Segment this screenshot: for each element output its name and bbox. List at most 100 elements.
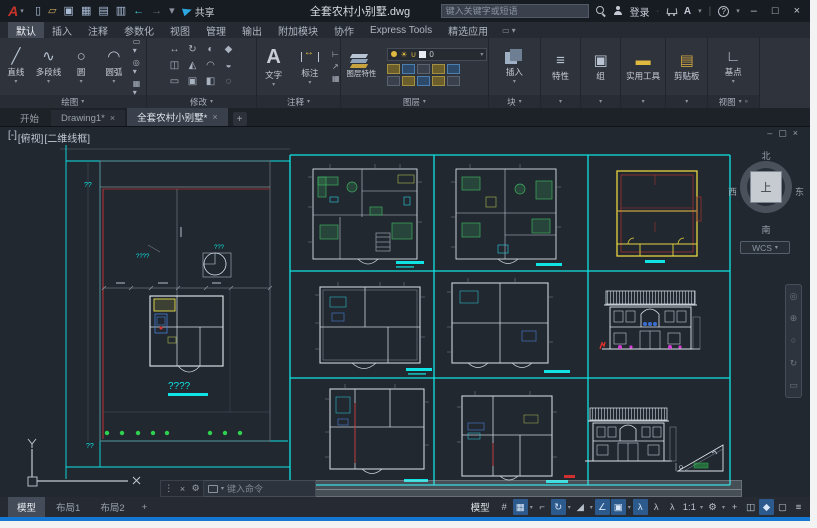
annotate-side-icon[interactable]: ⊢ [332, 50, 340, 59]
modify-tool-4[interactable]: ◆ [220, 43, 237, 58]
command-history-area[interactable] [316, 480, 742, 497]
sign-in-link[interactable]: 登录 [630, 4, 650, 19]
polar-tracking-toggle[interactable]: ↻ [551, 499, 566, 515]
ribbon-tab-1[interactable]: 默认 [8, 22, 44, 38]
chevron-down-icon[interactable]: ▾ [721, 504, 726, 511]
object-snap-toggle[interactable]: ▣ [611, 499, 626, 515]
plan-cell-1-2[interactable] [451, 164, 562, 266]
elevation-cell-2-3[interactable] [600, 291, 700, 349]
modify-tool-12[interactable]: ◌ [220, 75, 237, 90]
modify-panel-footer[interactable]: 修改▾ [147, 95, 257, 108]
qat-dropdown-icon[interactable]: ▾ [169, 6, 175, 17]
doc-close-button[interactable]: × [793, 128, 798, 139]
plan-cell-1-1[interactable] [308, 164, 424, 268]
modify-tool-7[interactable]: ◠ [202, 59, 219, 74]
ribbon-tab-5[interactable]: 视图 [162, 22, 198, 38]
undo-icon[interactable]: ← [133, 6, 144, 17]
ribbon-tab-2[interactable]: 插入 [44, 22, 80, 38]
draw-tool-3[interactable]: ○圆▾ [65, 48, 97, 85]
open-folder-icon[interactable]: ▱ [48, 6, 56, 17]
view-panel-footer[interactable]: 视图▾» [708, 95, 759, 108]
zoom-icon[interactable]: ○ [791, 336, 796, 345]
isometric-drafting-toggle[interactable]: ◢ [573, 499, 588, 515]
viewcube[interactable]: 北 上 西 东 南 WCS▾ [726, 149, 806, 261]
viewcube-south-label[interactable]: 南 [726, 223, 806, 236]
annotate-side-icon[interactable]: ▦ [332, 74, 340, 83]
annotation-visibility-toggle[interactable]: λ [633, 499, 648, 515]
annotate-panel-footer[interactable]: 注释▾ [257, 95, 339, 108]
annotate-side-icon[interactable]: ↗ [332, 62, 340, 71]
minimize-button[interactable]: – [747, 5, 761, 17]
command-grip-icon[interactable]: ⋮ [164, 483, 173, 494]
draw-panel-footer[interactable]: 绘图▾ [0, 95, 146, 108]
ribbon-minimize-control[interactable]: ▭▾ [502, 22, 516, 38]
layer-tool-icon[interactable] [402, 64, 415, 74]
snap-toggle[interactable]: ▦ [513, 499, 528, 515]
layer-tool-icon[interactable] [417, 76, 430, 86]
graphics-performance-toggle[interactable]: ◆ [759, 499, 774, 515]
file-tab-2[interactable]: Drawing1*× [51, 110, 125, 126]
store-cart-icon[interactable] [666, 7, 677, 16]
annotation-scale-toggle[interactable]: 1:1 [681, 499, 698, 515]
search-input[interactable] [441, 4, 589, 18]
draw-side-icon[interactable]: ◎ ▾ [133, 58, 146, 76]
showmotion-icon[interactable]: ▭ [789, 381, 798, 390]
insert-block-button[interactable]: 插入▾ [497, 49, 531, 85]
draw-tool-2[interactable]: ∿多段线▾ [33, 48, 65, 85]
roof-plan-cell-1-3[interactable] [617, 171, 701, 263]
properties-button[interactable]: ≡特性 [543, 52, 577, 82]
isolate-objects-toggle[interactable]: ◫ [743, 499, 758, 515]
file-tab-1[interactable]: 开始 [10, 110, 49, 126]
chevron-down-icon[interactable]: ▾ [699, 504, 704, 511]
modify-tool-2[interactable]: ↻ [184, 43, 201, 58]
help-icon[interactable]: ? [718, 6, 729, 17]
layer-tool-icon[interactable] [432, 64, 445, 74]
viewcube-east-label[interactable]: 东 [795, 185, 804, 198]
layer-dropdown[interactable]: ☀ ∪ 0 ▾ [387, 48, 487, 61]
plan-cell-2-1[interactable] [315, 282, 432, 375]
ribbon-tab-10[interactable]: Express Tools [362, 22, 440, 38]
close-tab-icon[interactable]: × [212, 112, 217, 122]
group-button[interactable]: ▣组 [584, 52, 618, 82]
layout-tab-1[interactable]: 模型 [8, 497, 45, 517]
chevron-down-icon[interactable]: ▾ [221, 485, 224, 492]
viewport-control-1[interactable]: [-] [8, 130, 17, 145]
modify-tool-5[interactable]: ◫ [166, 59, 183, 74]
clean-screen-toggle[interactable]: ▢ [775, 499, 790, 515]
plot-icon[interactable]: ▤ [98, 6, 108, 17]
model-space-canvas[interactable]: ?? ?? ??? ???? ???? [0, 126, 810, 497]
customize-toggle[interactable]: ≡ [791, 499, 806, 515]
modify-tool-11[interactable]: ◧ [202, 75, 219, 90]
redo-icon[interactable]: → [151, 6, 162, 17]
command-input[interactable]: ▾ 键入命令 [204, 480, 316, 497]
text-tool-button[interactable]: A 文字▾ [257, 46, 289, 88]
layer-tool-icon[interactable] [447, 64, 460, 74]
pan-icon[interactable]: ⊕ [790, 314, 798, 323]
layer-tool-icon[interactable] [387, 64, 400, 74]
new-layout-button[interactable]: + [136, 502, 154, 513]
ribbon-tab-7[interactable]: 输出 [234, 22, 270, 38]
chevron-down-icon[interactable]: · [657, 8, 659, 15]
chevron-down-icon[interactable]: ▾ [589, 504, 594, 511]
workspace-toggle[interactable]: ⚙ [705, 499, 720, 515]
chevron-down-icon[interactable]: ▾ [736, 7, 740, 15]
group-panel-footer[interactable]: ▾ [581, 95, 620, 108]
dynamic-input-toggle[interactable]: ⌐ [535, 499, 550, 515]
close-button[interactable]: × [790, 5, 804, 17]
layer-tool-icon[interactable] [447, 76, 460, 86]
modify-tool-9[interactable]: ▭ [166, 75, 183, 90]
file-tab-3[interactable]: 全套农村小别墅*× [127, 108, 227, 126]
layer-tool-icon[interactable] [402, 76, 415, 86]
plan-cell-2-2[interactable] [447, 278, 570, 373]
clipboard-button[interactable]: ▤剪贴板 [670, 52, 704, 82]
maximize-button[interactable]: □ [768, 5, 783, 17]
utilities-button[interactable]: ▬实用工具 [621, 52, 665, 82]
annotation-autoscale-toggle[interactable]: λ [649, 499, 664, 515]
viewport-control-2[interactable]: [俯视] [18, 130, 44, 145]
modify-tool-6[interactable]: ◭ [184, 59, 201, 74]
plan-cell-3-2[interactable] [457, 391, 575, 483]
chevron-down-icon[interactable]: ▾ [567, 504, 572, 511]
layers-panel-footer[interactable]: 图层▾ [341, 95, 489, 108]
base-point-button[interactable]: ∟基点▾ [716, 48, 750, 85]
dimension-tool-button[interactable]: 标注▾ [294, 48, 326, 86]
